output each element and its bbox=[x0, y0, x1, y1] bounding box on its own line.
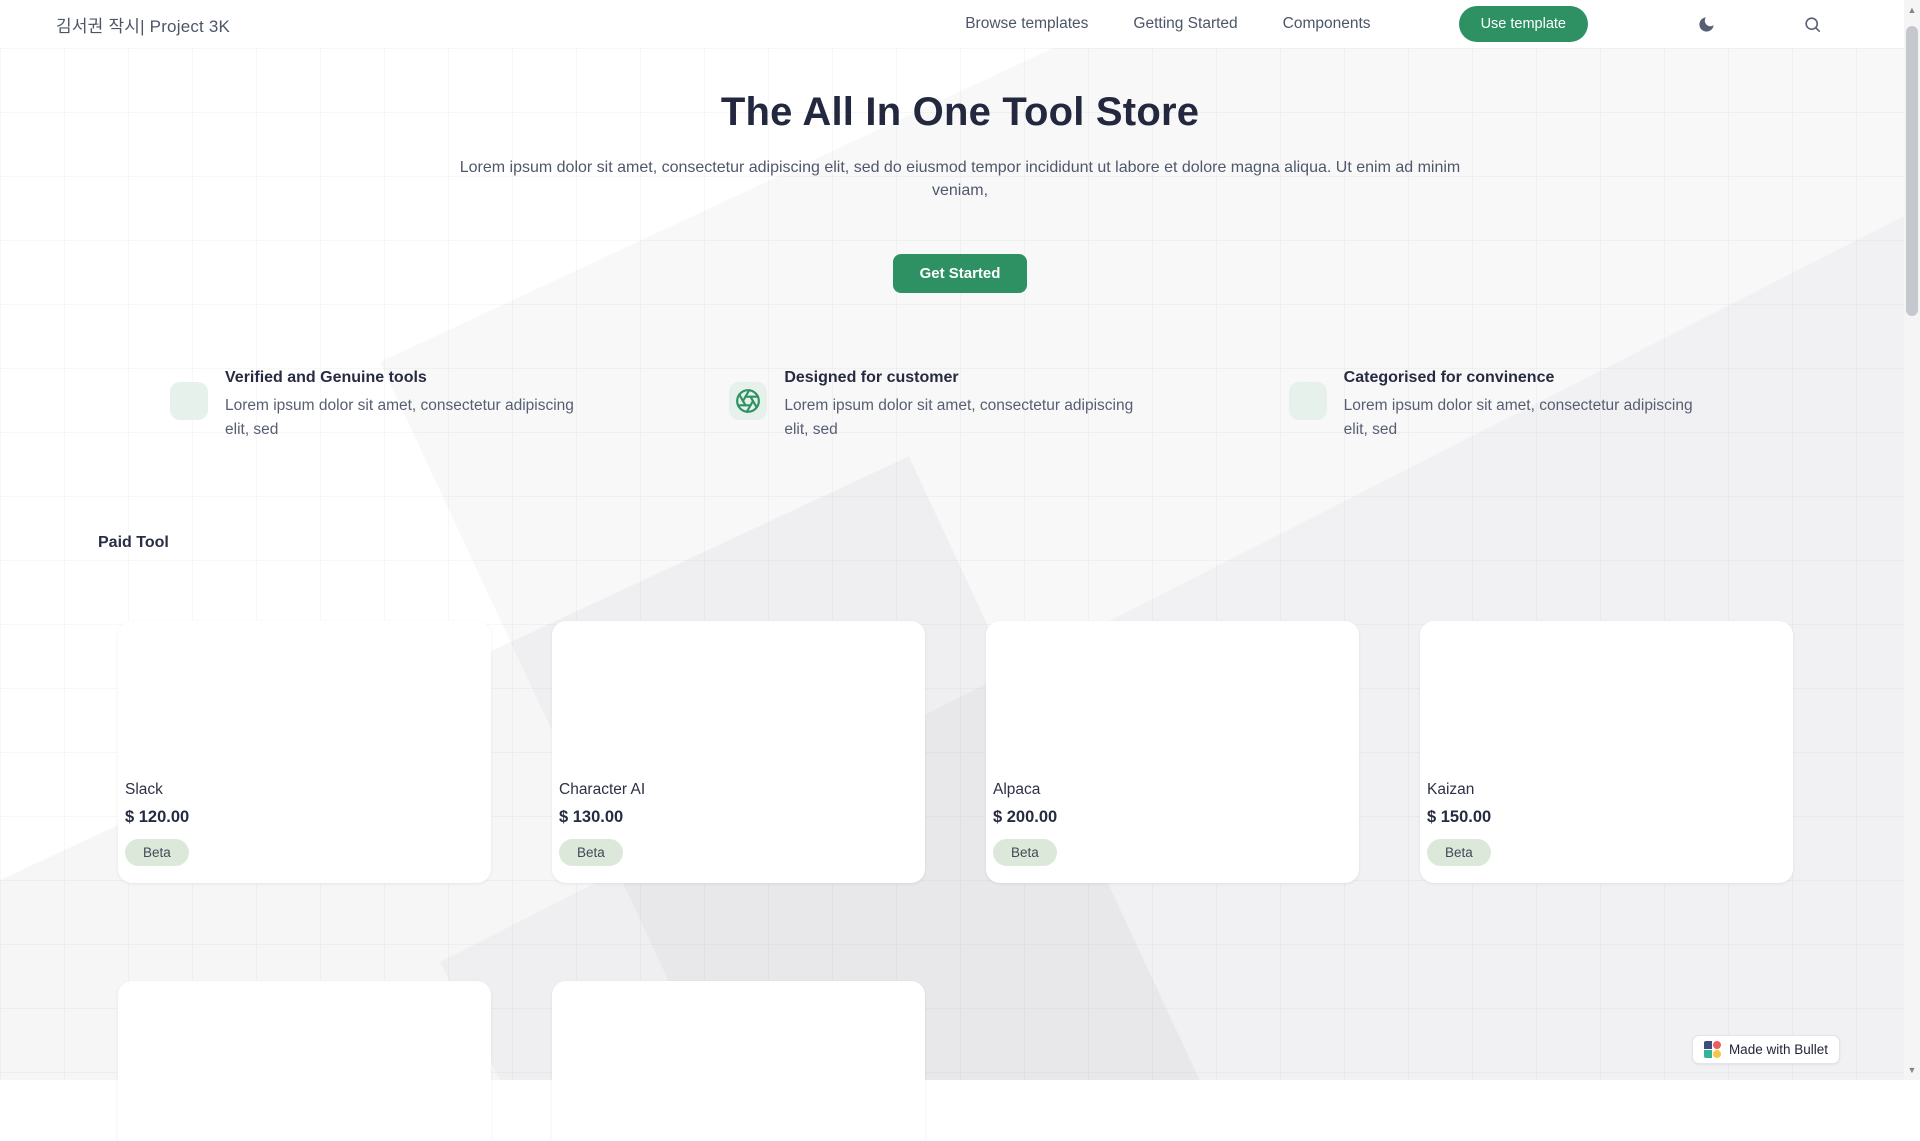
nav-links: Browse templates Getting Started Compone… bbox=[965, 6, 1824, 42]
nav-getting-started[interactable]: Getting Started bbox=[1133, 15, 1237, 33]
nav-browse-templates[interactable]: Browse templates bbox=[965, 15, 1088, 33]
use-template-button[interactable]: Use template bbox=[1458, 6, 1588, 42]
product-price: $ 200.00 bbox=[993, 808, 1058, 827]
product-info: Character AI $ 130.00 Beta bbox=[552, 781, 925, 867]
product-name: Slack bbox=[125, 781, 163, 799]
product-price: $ 150.00 bbox=[1427, 808, 1492, 827]
scrollbar-up-arrow[interactable]: ▲ bbox=[1904, 2, 1920, 18]
feature-title: Categorised for convinence bbox=[1343, 369, 1555, 387]
top-navigation-bar: 김서권 작시| Project 3K Browse templates Gett… bbox=[0, 0, 1920, 48]
product-info: Kaizan $ 150.00 Beta bbox=[1420, 781, 1793, 867]
product-card-alpaca[interactable]: Alpaca $ 200.00 Beta bbox=[986, 621, 1359, 884]
vertical-scrollbar[interactable]: ▲ ▼ bbox=[1904, 0, 1920, 1080]
feature-categorised: Categorised for convinence Lorem ipsum d… bbox=[1288, 369, 1780, 442]
product-name: Kaizan bbox=[1427, 781, 1475, 799]
product-info: Alpaca $ 200.00 Beta bbox=[986, 781, 1359, 867]
feature-title: Verified and Genuine tools bbox=[225, 369, 427, 387]
nav-components[interactable]: Components bbox=[1283, 15, 1371, 33]
status-badge: Beta bbox=[1427, 839, 1491, 867]
product-image-placeholder bbox=[1420, 621, 1793, 781]
page-title: The All In One Tool Store bbox=[720, 90, 1200, 134]
status-badge: Beta bbox=[559, 839, 623, 867]
product-cards-row-partial bbox=[0, 981, 1920, 1141]
product-card-kaizan[interactable]: Kaizan $ 150.00 Beta bbox=[1420, 621, 1793, 884]
product-name: Alpaca bbox=[993, 781, 1041, 799]
product-image-placeholder bbox=[118, 621, 491, 781]
blank-icon bbox=[170, 382, 208, 421]
feature-description: Lorem ipsum dolor sit amet, consectetur … bbox=[784, 397, 1134, 439]
feature-verified-tools: Verified and Genuine tools Lorem ipsum d… bbox=[170, 369, 661, 442]
scrollbar-down-arrow[interactable]: ▼ bbox=[1904, 1062, 1920, 1078]
product-card-partial[interactable] bbox=[552, 981, 925, 1141]
feature-title: Designed for customer bbox=[784, 369, 959, 387]
site-logo: 김서권 작시| Project 3K bbox=[56, 16, 231, 36]
product-info: Slack $ 120.00 Beta bbox=[118, 781, 491, 867]
dark-mode-toggle[interactable] bbox=[1695, 13, 1718, 36]
hero-subtitle: Lorem ipsum dolor sit amet, consectetur … bbox=[459, 159, 1461, 199]
product-cards-row: Slack $ 120.00 Beta Character AI $ 130.0… bbox=[0, 621, 1920, 884]
feature-description: Lorem ipsum dolor sit amet, consectetur … bbox=[1343, 397, 1693, 439]
search-button[interactable] bbox=[1801, 13, 1824, 36]
features-row: Verified and Genuine tools Lorem ipsum d… bbox=[0, 369, 1920, 442]
status-badge: Beta bbox=[993, 839, 1057, 867]
paid-tool-heading: Paid Tool bbox=[98, 534, 169, 552]
moon-icon bbox=[1697, 15, 1716, 34]
product-card-character-ai[interactable]: Character AI $ 130.00 Beta bbox=[552, 621, 925, 884]
search-icon bbox=[1803, 15, 1822, 34]
get-started-button[interactable]: Get Started bbox=[892, 254, 1028, 294]
product-name: Character AI bbox=[559, 781, 646, 799]
product-image-placeholder bbox=[986, 621, 1359, 781]
product-image-placeholder bbox=[552, 621, 925, 781]
scrollbar-thumb[interactable] bbox=[1906, 26, 1918, 316]
product-price: $ 130.00 bbox=[559, 808, 624, 827]
aperture-icon bbox=[729, 382, 768, 421]
blank-icon bbox=[1288, 382, 1327, 421]
made-with-bullet-label: Made with Bullet bbox=[1728, 1042, 1828, 1057]
made-with-bullet-badge[interactable]: Made with Bullet bbox=[1691, 1035, 1840, 1064]
feature-designed-for-customer: Designed for customer Lorem ipsum dolor … bbox=[729, 369, 1220, 442]
product-price: $ 120.00 bbox=[125, 808, 190, 827]
feature-description: Lorem ipsum dolor sit amet, consectetur … bbox=[225, 397, 574, 439]
hero-section: The All In One Tool Store Lorem ipsum do… bbox=[0, 90, 1920, 294]
bullet-logo-icon bbox=[1703, 1041, 1721, 1058]
product-card-slack[interactable]: Slack $ 120.00 Beta bbox=[118, 621, 491, 884]
status-badge: Beta bbox=[125, 839, 189, 867]
product-card-partial[interactable] bbox=[118, 981, 491, 1141]
